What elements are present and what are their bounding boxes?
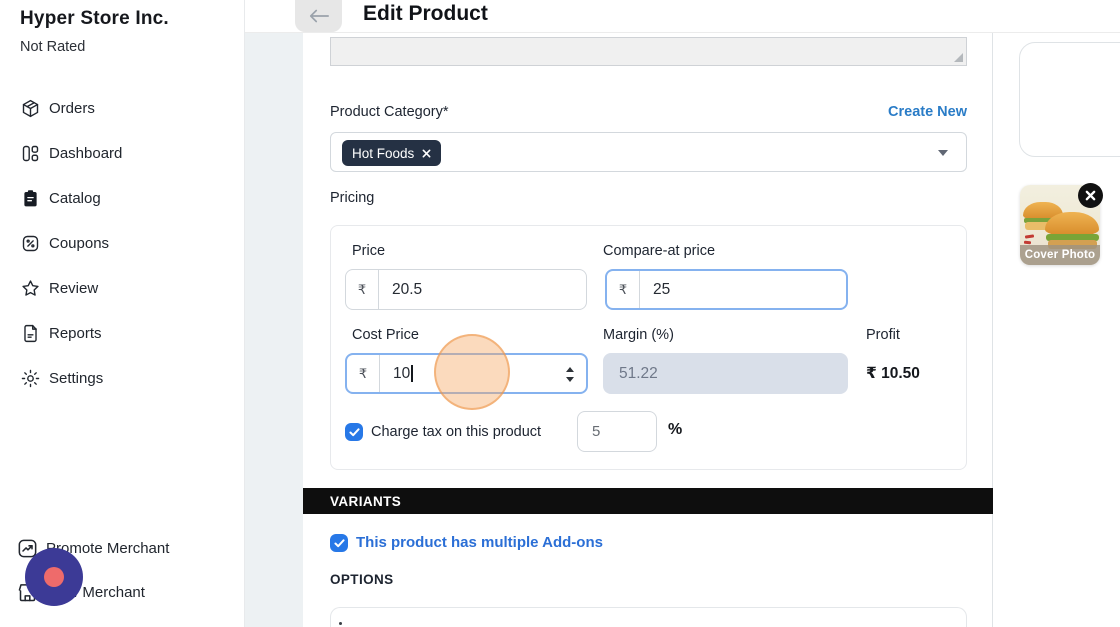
compare-at-price-value: 25 [640, 271, 846, 308]
sidebar-item-settings[interactable]: Settings [20, 366, 230, 390]
sidebar-item-label: Orders [49, 100, 95, 117]
cover-photo-badge: Cover Photo [1020, 245, 1100, 265]
product-category-select[interactable]: Hot Foods [330, 132, 967, 172]
sidebar-item-label: Dashboard [49, 145, 122, 162]
gear-icon [20, 368, 41, 389]
clipboard-icon [20, 188, 41, 209]
remove-tag-icon[interactable] [422, 149, 431, 158]
category-tag-chip[interactable]: Hot Foods [342, 140, 441, 166]
sidebar-item-reports[interactable]: Reports [20, 321, 230, 345]
media-panel [1019, 42, 1120, 157]
create-new-category-link[interactable]: Create New [888, 104, 967, 120]
sidebar-item-label: Coupons [49, 235, 109, 252]
currency-prefix: ₹ [347, 355, 380, 392]
sidebar-item-label: Reports [49, 325, 102, 342]
tax-percent-input[interactable]: 5 [577, 411, 657, 452]
margin-value: 51.22 [619, 365, 658, 383]
profit-value: ₹ 10.50 [866, 364, 920, 383]
price-input[interactable]: ₹ 20.5 [345, 269, 587, 310]
page-title: Edit Product [363, 2, 488, 26]
price-value: 20.5 [379, 270, 586, 309]
stepper-up-icon[interactable] [566, 367, 574, 372]
margin-input-disabled: 51.22 [603, 353, 848, 394]
cost-price-label: Cost Price [352, 327, 419, 343]
sidebar-item-label: Review [49, 280, 98, 297]
app-window: Hyper Store Inc. Not Rated Orders Dashbo… [0, 0, 1120, 627]
options-card [330, 607, 967, 627]
tax-percent-value: 5 [592, 423, 600, 440]
drag-handle-icon[interactable] [339, 622, 342, 625]
margin-label: Margin (%) [603, 327, 674, 343]
compare-at-price-input[interactable]: ₹ 25 [605, 269, 848, 310]
package-icon [20, 98, 41, 119]
store-rating-status: Not Rated [20, 39, 85, 55]
chat-widget-button[interactable] [25, 548, 83, 606]
compare-at-price-label: Compare-at price [603, 243, 715, 259]
variants-title: VARIANTS [330, 494, 401, 509]
stepper-down-icon[interactable] [566, 377, 574, 382]
chat-widget-record-dot [44, 567, 64, 587]
multiple-addons-checkbox[interactable] [330, 534, 348, 552]
remove-cover-photo-button[interactable] [1078, 183, 1103, 208]
close-icon [1085, 190, 1096, 201]
variants-section-header: VARIANTS [303, 488, 993, 514]
checkmark-icon [349, 428, 360, 437]
description-textarea[interactable] [330, 37, 967, 66]
arrow-left-icon [308, 8, 330, 24]
text-cursor [411, 365, 413, 382]
cost-price-input[interactable]: ₹ 10 [345, 353, 588, 394]
price-label: Price [352, 243, 385, 259]
sidebar-item-catalog[interactable]: Catalog [20, 186, 230, 210]
checkmark-icon [334, 539, 345, 548]
dashboard-icon [20, 143, 41, 164]
sidebar-item-coupons[interactable]: Coupons [20, 231, 230, 255]
document-icon [20, 323, 41, 344]
options-section-label: OPTIONS [330, 572, 394, 587]
profit-label: Profit [866, 327, 900, 343]
resize-grip-icon[interactable] [954, 53, 963, 62]
number-stepper[interactable] [566, 367, 574, 382]
charge-tax-checkbox[interactable] [345, 423, 363, 441]
percent-sign: % [668, 421, 682, 439]
sidebar: Hyper Store Inc. Not Rated Orders Dashbo… [0, 0, 245, 627]
sidebar-item-label: Settings [49, 370, 103, 387]
percent-icon [20, 233, 41, 254]
currency-prefix: ₹ [607, 271, 640, 308]
sidebar-item-dashboard[interactable]: Dashboard [20, 141, 230, 165]
charge-tax-label: Charge tax on this product [371, 424, 541, 440]
currency-prefix: ₹ [346, 270, 379, 309]
chevron-down-icon[interactable] [938, 150, 948, 156]
sidebar-item-orders[interactable]: Orders [20, 96, 230, 120]
store-name: Hyper Store Inc. [20, 8, 169, 30]
product-category-label: Product Category* [330, 104, 448, 120]
pricing-section-label: Pricing [330, 190, 374, 206]
multiple-addons-label[interactable]: This product has multiple Add-ons [356, 534, 603, 551]
sidebar-item-review[interactable]: Review [20, 276, 230, 300]
sidebar-item-label: Catalog [49, 190, 101, 207]
content-left-gutter [245, 33, 303, 627]
back-button[interactable] [295, 0, 342, 32]
category-tag-label: Hot Foods [352, 146, 414, 161]
star-icon [20, 278, 41, 299]
cost-price-value: 10 [393, 365, 410, 383]
